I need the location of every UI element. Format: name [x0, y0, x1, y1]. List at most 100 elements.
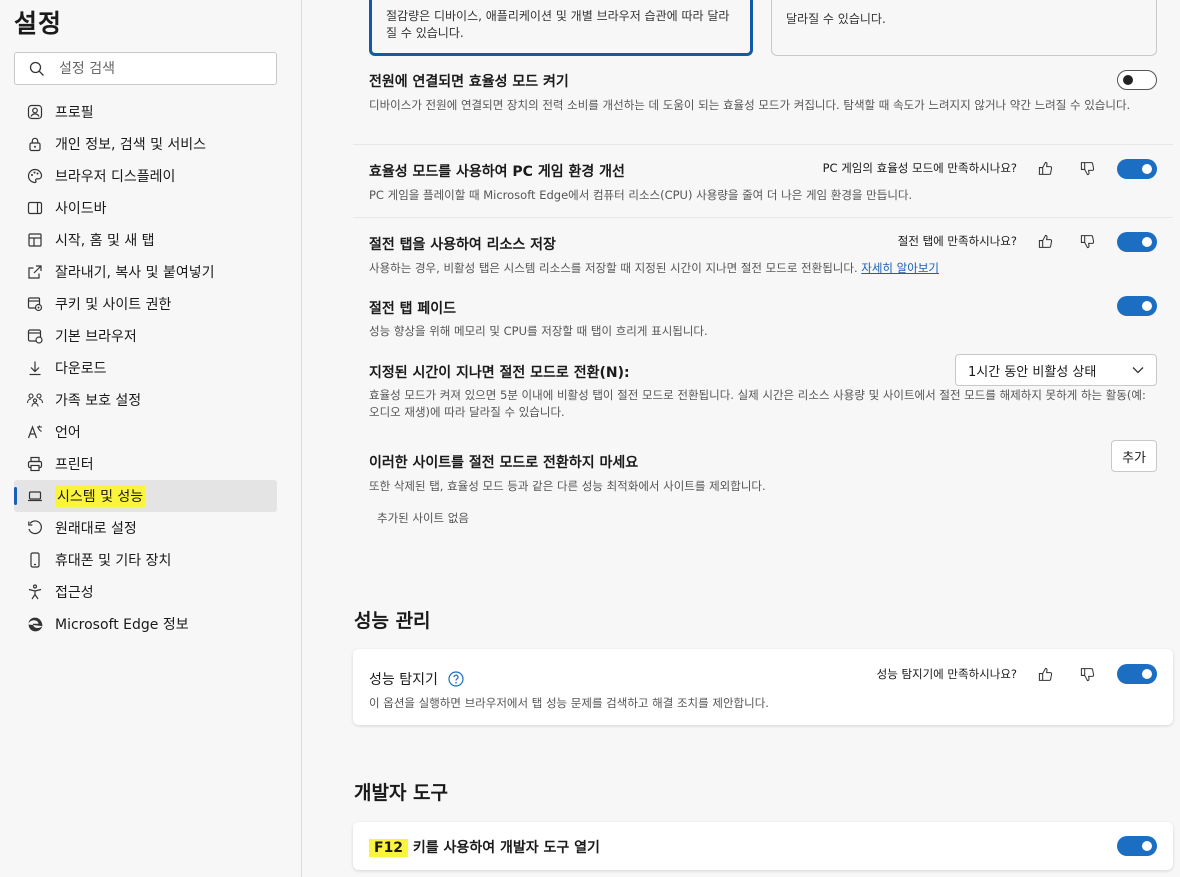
f12-key: F12 [369, 839, 409, 857]
sidebar-item-label: 원래대로 설정 [55, 521, 137, 537]
search-input[interactable] [59, 60, 259, 77]
help-icon[interactable] [448, 671, 464, 687]
detector-feedback: 성능 탐지기에 만족하시나요? [877, 666, 1101, 682]
fade-tabs-toggle[interactable] [1117, 296, 1157, 316]
thumbs-down-icon[interactable] [1073, 234, 1101, 249]
sleep-timeout-select[interactable]: 1시간 동안 비활성 상태 [955, 354, 1157, 386]
devtools-card: F12 키를 사용하여 개발자 도구 열기 [353, 822, 1173, 870]
f12-toggle[interactable] [1117, 836, 1157, 856]
share-icon [26, 263, 44, 281]
sidebar-item-label: 휴대폰 및 기타 장치 [55, 553, 172, 569]
sidebar-item-label: 사이드바 [55, 201, 107, 217]
devtools-heading: 개발자 도구 [354, 782, 449, 804]
sleeping-tabs-desc-text: 사용하는 경우, 비활성 탭은 시스템 리소스를 저장할 때 지정된 시간이 지… [369, 261, 858, 275]
sidebar-item-downloads[interactable]: 다운로드 [14, 352, 277, 384]
sleeping-tabs-title: 절전 탭을 사용하여 리소스 저장 [369, 237, 556, 253]
performance-heading: 성능 관리 [354, 610, 431, 632]
sidebar-item-sidebar[interactable]: 사이드바 [14, 192, 277, 224]
sidebar-item-cookies[interactable]: 쿠키 및 사이트 권한 [14, 288, 277, 320]
game-mode-desc: PC 게임을 플레이할 때 Microsoft Edge에서 컴퓨터 리소스(C… [369, 188, 913, 202]
reset-icon [26, 519, 44, 537]
never-sleep-title: 이러한 사이트를 절전 모드로 전환하지 마세요 [369, 455, 639, 471]
game-mode-toggle[interactable] [1117, 159, 1157, 179]
thumbs-down-icon[interactable] [1073, 161, 1101, 176]
sidebar-item-label: 개인 정보, 검색 및 서비스 [55, 137, 207, 153]
detector-desc: 이 옵션을 실행하면 브라우저에서 탭 성능 문제를 검색하고 해결 조치를 제… [369, 696, 769, 710]
game-feedback: PC 게임의 효율성 모드에 만족하시나요? [823, 160, 1101, 176]
printer-icon [26, 455, 44, 473]
feedback-question: PC 게임의 효율성 모드에 만족하시나요? [822, 161, 1017, 175]
sidebar-item-about[interactable]: Microsoft Edge 정보 [14, 608, 277, 640]
thumbs-up-icon[interactable] [1031, 667, 1059, 682]
feedback-question: 절전 탭에 만족하시나요? [897, 234, 1017, 248]
sidebar-item-family[interactable]: 가족 보호 설정 [14, 384, 277, 416]
sidebar-item-start-home[interactable]: 시작, 홈 및 새 탭 [14, 224, 277, 256]
efficiency-option-maximum[interactable]: 달라질 수 있습니다. [771, 0, 1157, 56]
sidebar-item-label: 다운로드 [55, 361, 107, 377]
sidebar-item-language[interactable]: 언어 [14, 416, 277, 448]
sidebar-item-label: 시작, 홈 및 새 탭 [55, 233, 155, 249]
sidebar-item-label: 시스템 및 성능 [55, 485, 146, 507]
thumbs-up-icon[interactable] [1031, 161, 1059, 176]
sleeping-tabs-desc: 사용하는 경우, 비활성 탭은 시스템 리소스를 저장할 때 지정된 시간이 지… [369, 260, 939, 277]
sleep-timeout-desc: 효율성 모드가 켜져 있으면 5분 이내에 비활성 탭이 절전 모드로 전환됩니… [369, 388, 1146, 419]
sidebar-item-label: 브라우저 디스플레이 [55, 169, 176, 185]
thumbs-down-icon[interactable] [1073, 667, 1101, 682]
sidebar-item-label: 프린터 [55, 457, 94, 473]
f12-title-text: 키를 사용하여 개발자 도구 열기 [408, 840, 600, 856]
sidebar-item-accessibility[interactable]: 접근성 [14, 576, 277, 608]
palette-icon [26, 167, 44, 185]
sidebar-item-label: 쿠키 및 사이트 권한 [55, 297, 172, 313]
feedback-question: 성능 탐지기에 만족하시나요? [876, 667, 1017, 681]
search-box[interactable] [14, 52, 277, 85]
sidebar-item-reset[interactable]: 원래대로 설정 [14, 512, 277, 544]
phone-icon [26, 551, 44, 569]
sidebar-item-privacy[interactable]: 개인 정보, 검색 및 서비스 [14, 128, 277, 160]
detector-title: 성능 탐지기 [369, 672, 438, 688]
power-mode-desc: 디바이스가 전원에 연결되면 장치의 전력 소비를 개선하는 데 도움이 되는 … [369, 98, 1131, 112]
language-icon [26, 423, 44, 441]
efficiency-settings: 전원에 연결되면 효율성 모드 켜기 디바이스가 전원에 연결되면 장치의 전력… [353, 60, 1173, 554]
sidebar-item-system[interactable]: 시스템 및 성능 [14, 480, 277, 512]
detector-title-row: 성능 탐지기 [369, 669, 464, 689]
learn-more-link[interactable]: 자세히 알아보기 [861, 261, 939, 275]
sleeping-tabs-feedback: 절전 탭에 만족하시나요? [898, 233, 1101, 249]
detector-toggle[interactable] [1117, 664, 1157, 684]
sidebar-item-phone[interactable]: 휴대폰 및 기타 장치 [14, 544, 277, 576]
fade-tabs-title: 절전 탭 페이드 [369, 301, 457, 317]
edge-icon [26, 615, 44, 633]
thumbs-up-icon[interactable] [1031, 234, 1059, 249]
divider [353, 144, 1173, 145]
sidebar-nav: 프로필 개인 정보, 검색 및 서비스 브라우저 디스플레이 사이드바 시작, … [14, 96, 277, 640]
sidebar-item-label: 프로필 [55, 105, 94, 121]
page-title: 설정 [14, 9, 63, 38]
accessibility-icon [26, 583, 44, 601]
sidebar-item-printers[interactable]: 프린터 [14, 448, 277, 480]
efficiency-option-balanced[interactable]: 절감량은 디바이스, 애플리케이션 및 개별 브라우저 습관에 따라 달라질 수… [369, 0, 753, 56]
sidebar-item-label: Microsoft Edge 정보 [55, 617, 189, 633]
sidebar-item-label: 잘라내기, 복사 및 붙여넣기 [55, 265, 215, 281]
performance-card: 성능 탐지기 성능 탐지기에 만족하시나요? 이 옵션을 실행하면 브라우저에서… [353, 649, 1173, 725]
f12-title: F12 키를 사용하여 개발자 도구 열기 [369, 837, 600, 857]
browser-icon [26, 327, 44, 345]
lock-icon [26, 135, 44, 153]
chevron-down-icon [1132, 367, 1144, 374]
search-icon [29, 61, 44, 76]
never-sleep-desc: 또한 삭제된 탭, 효율성 모드 등과 같은 다른 성능 최적화에서 사이트를 … [369, 479, 766, 493]
sleeping-tabs-toggle[interactable] [1117, 232, 1157, 252]
fade-tabs-desc: 성능 향상을 위해 메모리 및 CPU를 저장할 때 탭이 흐리게 표시됩니다. [369, 324, 708, 338]
add-site-button[interactable]: 추가 [1111, 440, 1157, 472]
sidebar-item-share[interactable]: 잘라내기, 복사 및 붙여넣기 [14, 256, 277, 288]
option-description: 절감량은 디바이스, 애플리케이션 및 개별 브라우저 습관에 따라 달라질 수… [386, 9, 730, 40]
power-mode-toggle[interactable] [1117, 70, 1157, 90]
power-mode-title: 전원에 연결되면 효율성 모드 켜기 [369, 74, 569, 90]
sidebar-item-default-browser[interactable]: 기본 브라우저 [14, 320, 277, 352]
family-icon [26, 391, 44, 409]
sidebar-icon [26, 199, 44, 217]
sidebar-item-label: 가족 보호 설정 [55, 393, 142, 409]
sidebar-item-appearance[interactable]: 브라우저 디스플레이 [14, 160, 277, 192]
sidebar: 설정 프로필 개인 정보, 검색 및 서비스 브라우저 디스플레이 사이드바 [0, 0, 302, 877]
sleep-timeout-title: 지정된 시간이 지나면 절전 모드로 전환(N): [369, 365, 630, 381]
sidebar-item-profile[interactable]: 프로필 [14, 96, 277, 128]
divider [353, 217, 1173, 218]
